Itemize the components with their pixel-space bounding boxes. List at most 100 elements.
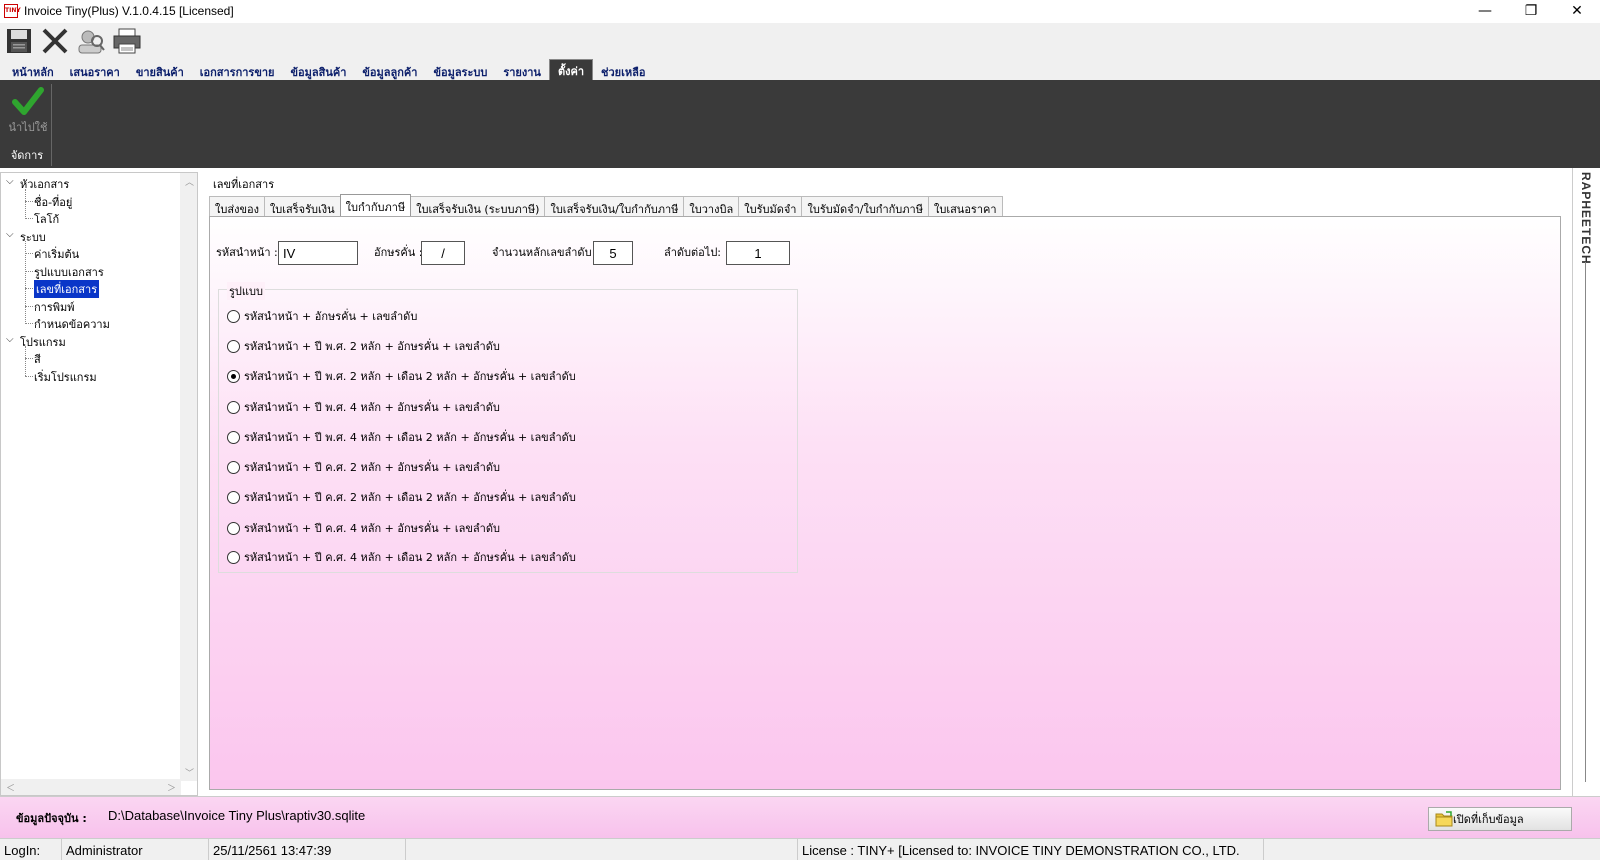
toolbar: [0, 23, 1600, 59]
document-tab[interactable]: ใบเสร็จรับเงิน (ระบบภาษี): [410, 196, 546, 216]
brand-text: RAPHEETECH: [1579, 172, 1593, 265]
open-storage-label: เปิดที่เก็บข้อมูล: [1453, 813, 1524, 826]
window-title: Invoice Tiny(Plus) V.1.0.4.15 [Licensed]: [24, 4, 234, 18]
menu-item[interactable]: ข้อมูลระบบ: [425, 61, 495, 80]
current-datetime: 25/11/2561 13:47:39: [209, 839, 406, 860]
format-option-label: รหัสนำหน้า + ปี พ.ศ. 2 หลัก + เดือน 2 หล…: [244, 370, 576, 383]
format-option[interactable]: รหัสนำหน้า + ปี พ.ศ. 4 หลัก + อักษรคั่น …: [227, 398, 500, 416]
format-option[interactable]: รหัสนำหน้า + ปี พ.ศ. 2 หลัก + เดือน 2 หล…: [227, 367, 576, 385]
document-tab[interactable]: ใบรับมัดจำ/ใบกำกับภาษี: [801, 196, 929, 216]
close-icon[interactable]: [40, 26, 70, 56]
checkmark-icon: [12, 87, 44, 115]
restore-button[interactable]: ❐: [1508, 0, 1554, 22]
radio-button[interactable]: [227, 309, 240, 323]
document-tab[interactable]: ใบวางบิล: [683, 196, 740, 216]
settings-tree: ⌵ หัวเอกสาร ชื่อ-ที่อยู่ โลโก้ ⌵ ระบบ ค่าเริ่ม…: [0, 172, 198, 796]
format-option[interactable]: รหัสนำหน้า + ปี พ.ศ. 2 หลัก + อักษรคั่น …: [227, 337, 500, 355]
next-number-input[interactable]: 1: [726, 241, 790, 265]
format-option-label: รหัสนำหน้า + ปี ค.ศ. 4 หลัก + อักษรคั่น …: [244, 522, 500, 535]
tree-item[interactable]: ชื่อ-ที่อยู่: [34, 193, 72, 211]
separator-input[interactable]: /: [421, 241, 465, 265]
document-tab[interactable]: ใบกำกับภาษี: [339, 194, 412, 216]
print-icon[interactable]: [112, 26, 142, 56]
tree-group[interactable]: ระบบ: [20, 228, 46, 246]
format-groupbox: รูปแบบ รหัสนำหน้า + อักษรคั่น + เลขลำดับ…: [218, 282, 798, 573]
document-tab[interactable]: ใบส่งของ: [209, 196, 265, 216]
expand-toggle-icon[interactable]: ⌵: [6, 229, 14, 240]
license-info: License : TINY+ [Licensed to: INVOICE TI…: [798, 839, 1264, 860]
scroll-down-icon[interactable]: ﹀: [185, 766, 194, 779]
tab-content: รหัสนำหน้า : IV อักษรคั่น : / จำนวนหลักเ…: [209, 216, 1561, 790]
format-option-label: รหัสนำหน้า + ปี ค.ศ. 2 หลัก + อักษรคั่น …: [244, 461, 500, 474]
side-divider: [1585, 262, 1586, 782]
title-bar: TINY Invoice Tiny(Plus) V.1.0.4.15 [Lice…: [0, 0, 1600, 22]
document-type-tabs: ใบส่งของ ใบเสร็จรับเงิน ใบกำกับภาษี ใบเสร็จ…: [209, 194, 1003, 216]
format-option[interactable]: รหัสนำหน้า + ปี ค.ศ. 4 หลัก + อักษรคั่น …: [227, 519, 500, 537]
format-option[interactable]: รหัสนำหน้า + ปี พ.ศ. 4 หลัก + เดือน 2 หล…: [227, 428, 576, 446]
tree-vertical-scrollbar[interactable]: ︿ ﹀: [180, 173, 197, 781]
scroll-up-icon[interactable]: ︿: [185, 175, 194, 188]
digits-label: จำนวนหลักเลขลำดับ :: [492, 246, 599, 259]
document-tab[interactable]: ใบเสร็จรับเงิน: [263, 196, 341, 216]
document-tab[interactable]: ใบรับมัดจำ: [738, 196, 803, 216]
format-option[interactable]: รหัสนำหน้า + ปี ค.ศ. 2 หลัก + เดือน 2 หล…: [227, 488, 576, 506]
menu-item[interactable]: ตั้งค่า: [548, 59, 594, 80]
close-window-button[interactable]: ✕: [1554, 0, 1600, 22]
document-tab[interactable]: ใบเสนอราคา: [927, 196, 1003, 216]
radio-button[interactable]: [227, 521, 240, 535]
apply-button[interactable]: นำไปใช้: [6, 86, 50, 136]
prefix-label: รหัสนำหน้า :: [216, 246, 278, 259]
database-bar: ข้อมูลปัจจุบัน : D:\Database\Invoice Tin…: [0, 796, 1600, 838]
status-spacer: [406, 839, 798, 860]
next-number-label: ลำดับต่อไป:: [664, 246, 722, 259]
format-title: รูปแบบ: [227, 282, 265, 300]
menu-item[interactable]: เอกสารการขาย: [192, 61, 283, 80]
expand-toggle-icon[interactable]: ⌵: [6, 176, 14, 187]
expand-toggle-icon[interactable]: ⌵: [6, 334, 14, 345]
format-option-label: รหัสนำหน้า + อักษรคั่น + เลขลำดับ: [244, 310, 418, 323]
save-icon[interactable]: [4, 26, 34, 56]
tree-group[interactable]: โปรแกรม: [20, 333, 66, 351]
radio-button[interactable]: [227, 400, 240, 414]
menu-item[interactable]: ข้อมูลสินค้า: [282, 61, 354, 80]
menu-item[interactable]: รายงาน: [495, 61, 549, 80]
format-option-label: รหัสนำหน้า + ปี พ.ศ. 2 หลัก + อักษรคั่น …: [244, 340, 500, 353]
tree-item[interactable]: รูปแบบเอกสาร: [34, 263, 104, 281]
document-tab[interactable]: ใบเสร็จรับเงิน/ใบกำกับภาษี: [544, 196, 685, 216]
format-option[interactable]: รหัสนำหน้า + ปี ค.ศ. 2 หลัก + อักษรคั่น …: [227, 458, 500, 476]
menu-item[interactable]: ช่วยเหลือ: [593, 61, 653, 80]
radio-button[interactable]: [227, 339, 240, 353]
format-option-label: รหัสนำหน้า + ปี พ.ศ. 4 หลัก + อักษรคั่น …: [244, 401, 500, 414]
scroll-left-icon[interactable]: ＜: [6, 781, 15, 794]
current-database-label: ข้อมูลปัจจุบัน :: [16, 812, 87, 825]
minimize-button[interactable]: —: [1462, 0, 1508, 22]
tree-item[interactable]: เริ่มโปรแกรม: [34, 368, 97, 386]
format-option[interactable]: รหัสนำหน้า + ปี ค.ศ. 4 หลัก + เดือน 2 หล…: [227, 548, 576, 566]
tree-item[interactable]: ค่าเริ่มต้น: [34, 245, 79, 263]
group-title: เลขที่เอกสาร: [213, 178, 275, 191]
search-user-icon[interactable]: [76, 26, 106, 56]
format-option-label: รหัสนำหน้า + ปี พ.ศ. 4 หลัก + เดือน 2 หล…: [244, 431, 576, 444]
scroll-right-icon[interactable]: ＞: [167, 781, 176, 794]
digits-input[interactable]: 5: [593, 241, 633, 265]
menu-item[interactable]: หน้าหลัก: [4, 61, 62, 80]
radio-button[interactable]: [227, 550, 240, 564]
radio-button[interactable]: [227, 460, 240, 474]
prefix-input[interactable]: IV: [278, 241, 358, 265]
tree-item[interactable]: สี: [34, 350, 41, 368]
tree-item[interactable]: โลโก้: [34, 210, 59, 228]
separator-label: อักษรคั่น :: [374, 246, 423, 259]
tree-item[interactable]: เลขที่เอกสาร: [34, 280, 100, 298]
menu-item[interactable]: เสนอราคา: [62, 61, 128, 80]
radio-button[interactable]: [227, 430, 240, 444]
open-storage-button[interactable]: เปิดที่เก็บข้อมูล: [1428, 807, 1572, 831]
menu-item[interactable]: ขายสินค้า: [128, 61, 192, 80]
tree-item[interactable]: กำหนดข้อความ: [34, 315, 110, 333]
tree-horizontal-scrollbar[interactable]: ＜ ＞: [1, 779, 181, 795]
tree-group[interactable]: หัวเอกสาร: [20, 175, 69, 193]
tree-item[interactable]: การพิมพ์: [34, 298, 75, 316]
radio-button[interactable]: [227, 490, 240, 504]
format-option[interactable]: รหัสนำหน้า + อักษรคั่น + เลขลำดับ: [227, 307, 417, 325]
menu-item[interactable]: ข้อมูลลูกค้า: [354, 61, 425, 80]
radio-button[interactable]: [227, 369, 240, 383]
